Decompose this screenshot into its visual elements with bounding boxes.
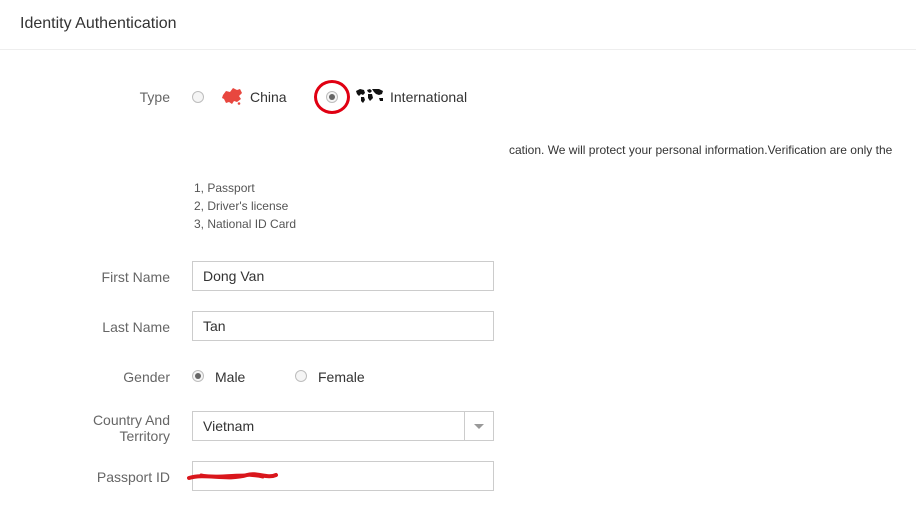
type-international-label: International <box>390 89 468 105</box>
page-header: Identity Authentication <box>0 0 916 50</box>
china-map-icon <box>222 88 242 105</box>
type-china-radio[interactable] <box>192 91 204 103</box>
type-international-radio[interactable] <box>326 91 338 103</box>
privacy-notice-text: cation. We will protect your personal in… <box>509 143 893 157</box>
world-map-icon <box>356 89 383 103</box>
type-label: Type <box>139 89 170 105</box>
passport-id-label: Passport ID <box>96 469 170 485</box>
last-name-input[interactable] <box>192 311 494 341</box>
gender-female-label: Female <box>318 369 365 385</box>
last-name-label: Last Name <box>102 319 170 335</box>
list-item: 1, Passport <box>194 181 255 195</box>
gender-male-radio[interactable] <box>192 370 204 382</box>
country-label-line2: Territory <box>119 428 170 444</box>
list-item: 2, Driver's license <box>194 199 289 213</box>
list-item: 3, National ID Card <box>194 217 297 231</box>
country-label-line1: Country And <box>92 412 170 428</box>
country-select[interactable]: Vietnam <box>192 411 494 441</box>
country-select-value: Vietnam <box>203 418 255 434</box>
page-title: Identity Authentication <box>20 15 177 32</box>
gender-label: Gender <box>123 369 170 385</box>
first-name-label: First Name <box>101 269 170 285</box>
gender-female-radio[interactable] <box>295 370 307 382</box>
accepted-documents-list: 1, Passport 2, Driver's license 3, Natio… <box>194 179 296 233</box>
gender-male-label: Male <box>215 369 246 385</box>
type-china-label: China <box>250 89 287 105</box>
chevron-down-icon[interactable] <box>464 412 493 440</box>
country-label: Country And Territory <box>0 412 170 444</box>
first-name-input[interactable] <box>192 261 494 291</box>
redaction-scribble <box>187 472 278 480</box>
